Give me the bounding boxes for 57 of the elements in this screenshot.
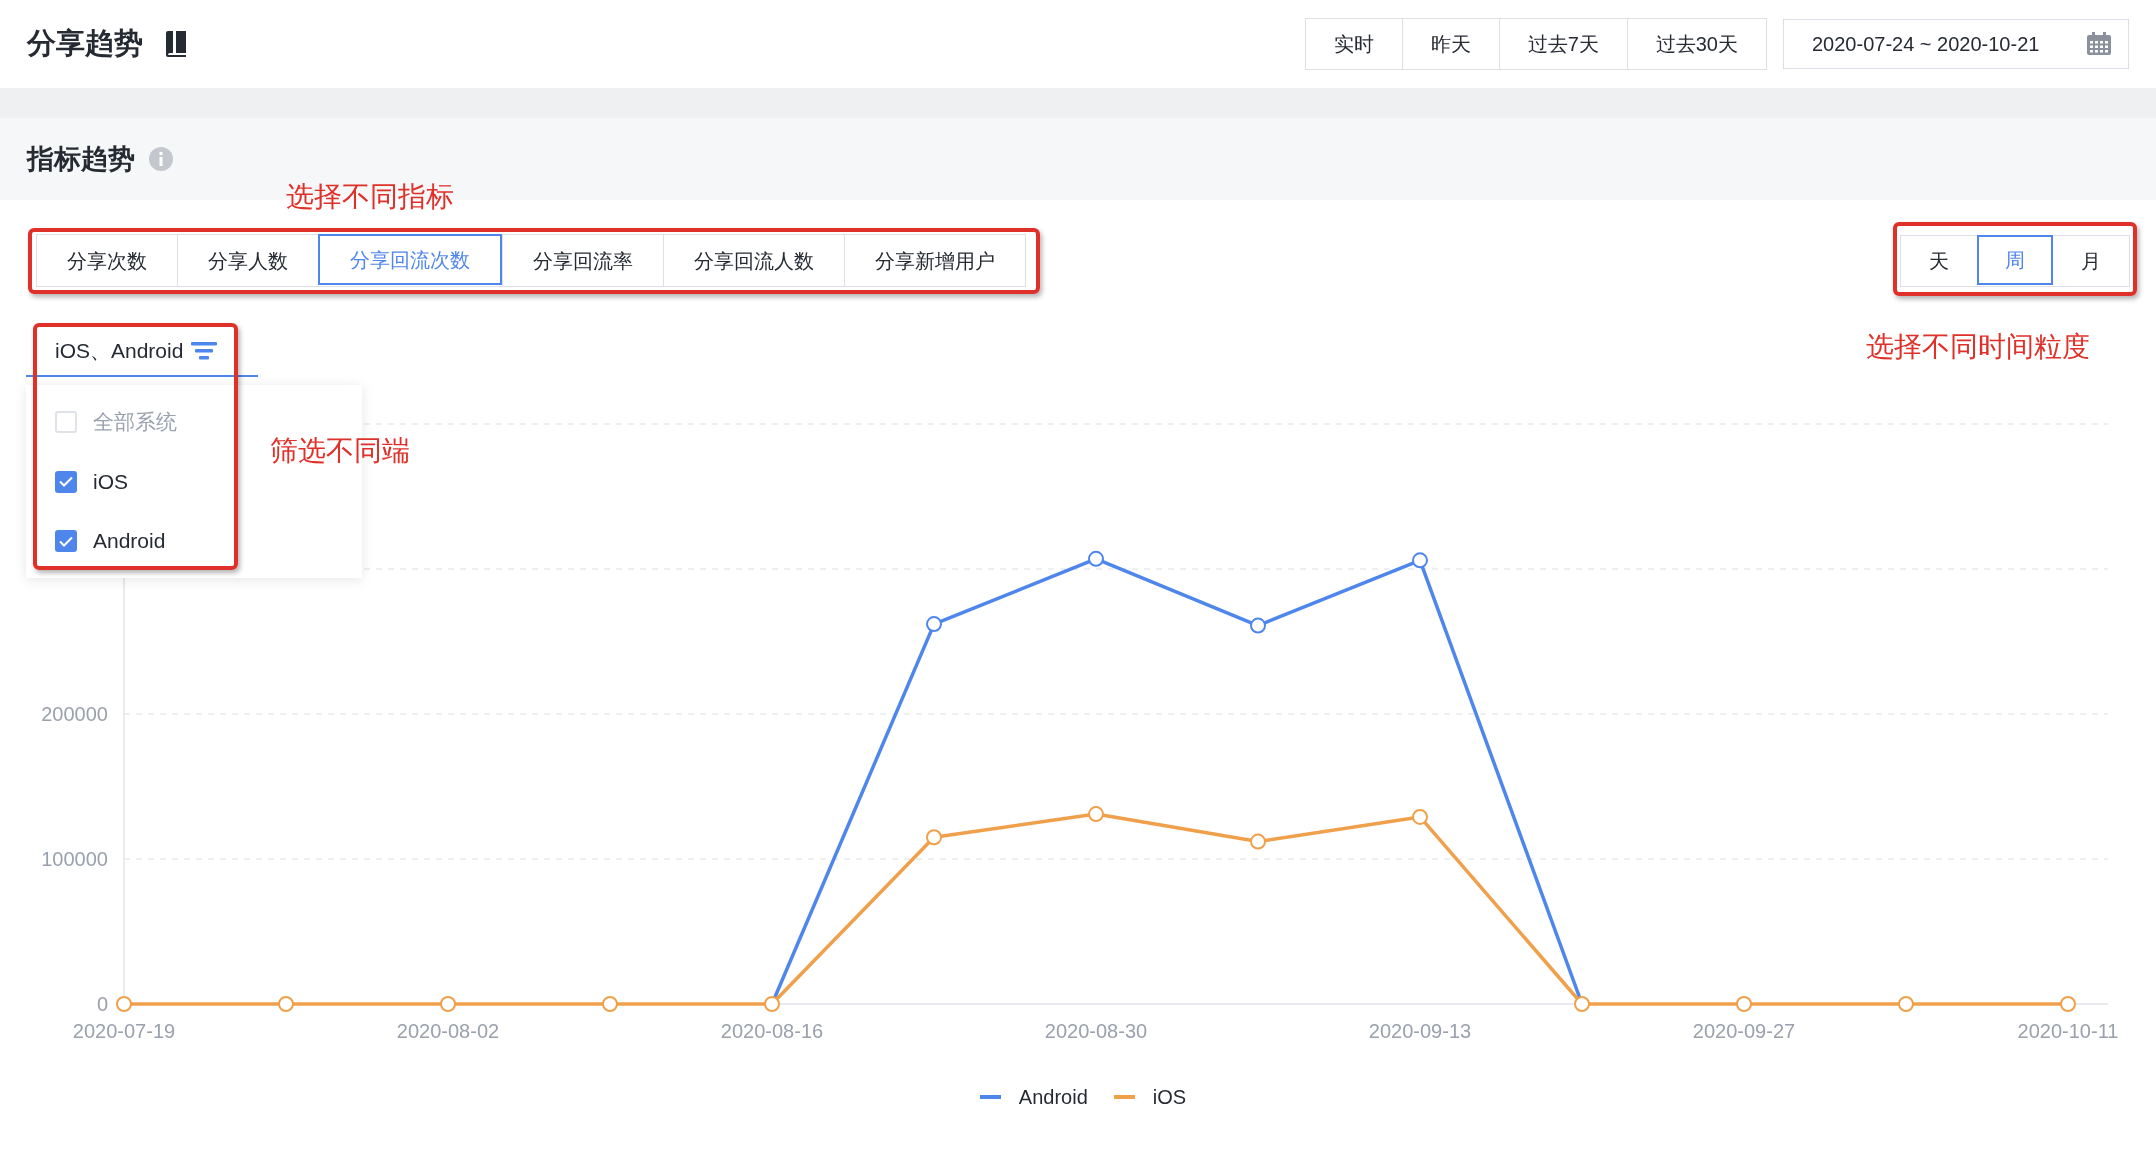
data-point — [1250, 833, 1266, 850]
data-point — [278, 996, 294, 1012]
check-icon — [59, 535, 73, 547]
page-title: 分享趋势 — [27, 26, 143, 62]
section-title: 指标趋势 — [27, 142, 135, 176]
data-point — [1088, 550, 1104, 567]
data-point — [1412, 808, 1428, 825]
checkbox[interactable] — [55, 530, 77, 552]
metric-tab[interactable]: 分享新增用户 — [844, 235, 1025, 286]
metric-tab[interactable]: 分享回流率 — [502, 235, 663, 286]
legend-label: Android — [1018, 1085, 1088, 1110]
annotation-text: 选择不同指标 — [286, 180, 454, 214]
calendar-icon — [2086, 32, 2112, 56]
annotation-text: 筛选不同端 — [270, 434, 410, 468]
y-axis-label: 100000 — [41, 848, 108, 870]
annotation-text: 选择不同时间粒度 — [1866, 330, 2090, 364]
x-axis-label: 2020-09-13 — [1368, 1020, 1472, 1042]
x-axis-label: 2020-09-27 — [1692, 1020, 1796, 1042]
info-icon — [149, 147, 173, 171]
option-label[interactable]: iOS — [93, 465, 128, 498]
metric-tab[interactable]: 分享人数 — [177, 235, 318, 286]
checkbox[interactable] — [55, 411, 77, 433]
y-axis-label: 200000 — [41, 703, 108, 725]
filter-icon — [191, 341, 218, 361]
date-range-picker[interactable]: 2020-07-24 ~ 2020-10-21 — [1783, 19, 2129, 69]
data-point — [1736, 996, 1752, 1012]
data-point — [1088, 806, 1104, 823]
x-axis-label: 2020-07-19 — [72, 1020, 176, 1042]
x-axis-label: 2020-10-11 — [2017, 1020, 2119, 1042]
checkbox[interactable] — [55, 470, 77, 493]
data-point — [1250, 617, 1266, 634]
data-point — [1412, 552, 1428, 569]
y-axis-label: 0 — [96, 993, 108, 1015]
check-icon — [59, 476, 73, 487]
x-axis-label: 2020-08-30 — [1044, 1020, 1148, 1042]
x-axis-label: 2020-08-16 — [720, 1020, 824, 1042]
x-axis-label: 2020-08-02 — [396, 1020, 500, 1042]
data-point — [1574, 996, 1590, 1012]
data-point — [1898, 996, 1914, 1012]
granularity-tab[interactable]: 月 — [2053, 235, 2129, 286]
data-point — [116, 996, 132, 1012]
data-point — [926, 616, 942, 633]
data-point — [440, 996, 456, 1012]
granularity-tab[interactable]: 天 — [1901, 235, 1977, 286]
data-point — [764, 996, 780, 1012]
granularity-tab[interactable]: 周 — [1977, 234, 2053, 285]
data-point — [602, 996, 618, 1012]
metric-tab[interactable]: 分享回流人数 — [663, 235, 844, 286]
platform-filter[interactable]: iOS、Android — [26, 327, 258, 377]
legend-label: iOS — [1152, 1085, 1187, 1110]
book-icon — [165, 31, 187, 57]
option-label[interactable]: Android — [93, 525, 166, 557]
date-range-text: 2020-07-24 ~ 2020-10-21 — [1812, 32, 2040, 57]
metric-tab[interactable]: 分享次数 — [37, 235, 177, 286]
data-point — [926, 829, 942, 846]
data-point — [2060, 996, 2076, 1012]
metric-tab[interactable]: 分享回流次数 — [318, 234, 502, 285]
